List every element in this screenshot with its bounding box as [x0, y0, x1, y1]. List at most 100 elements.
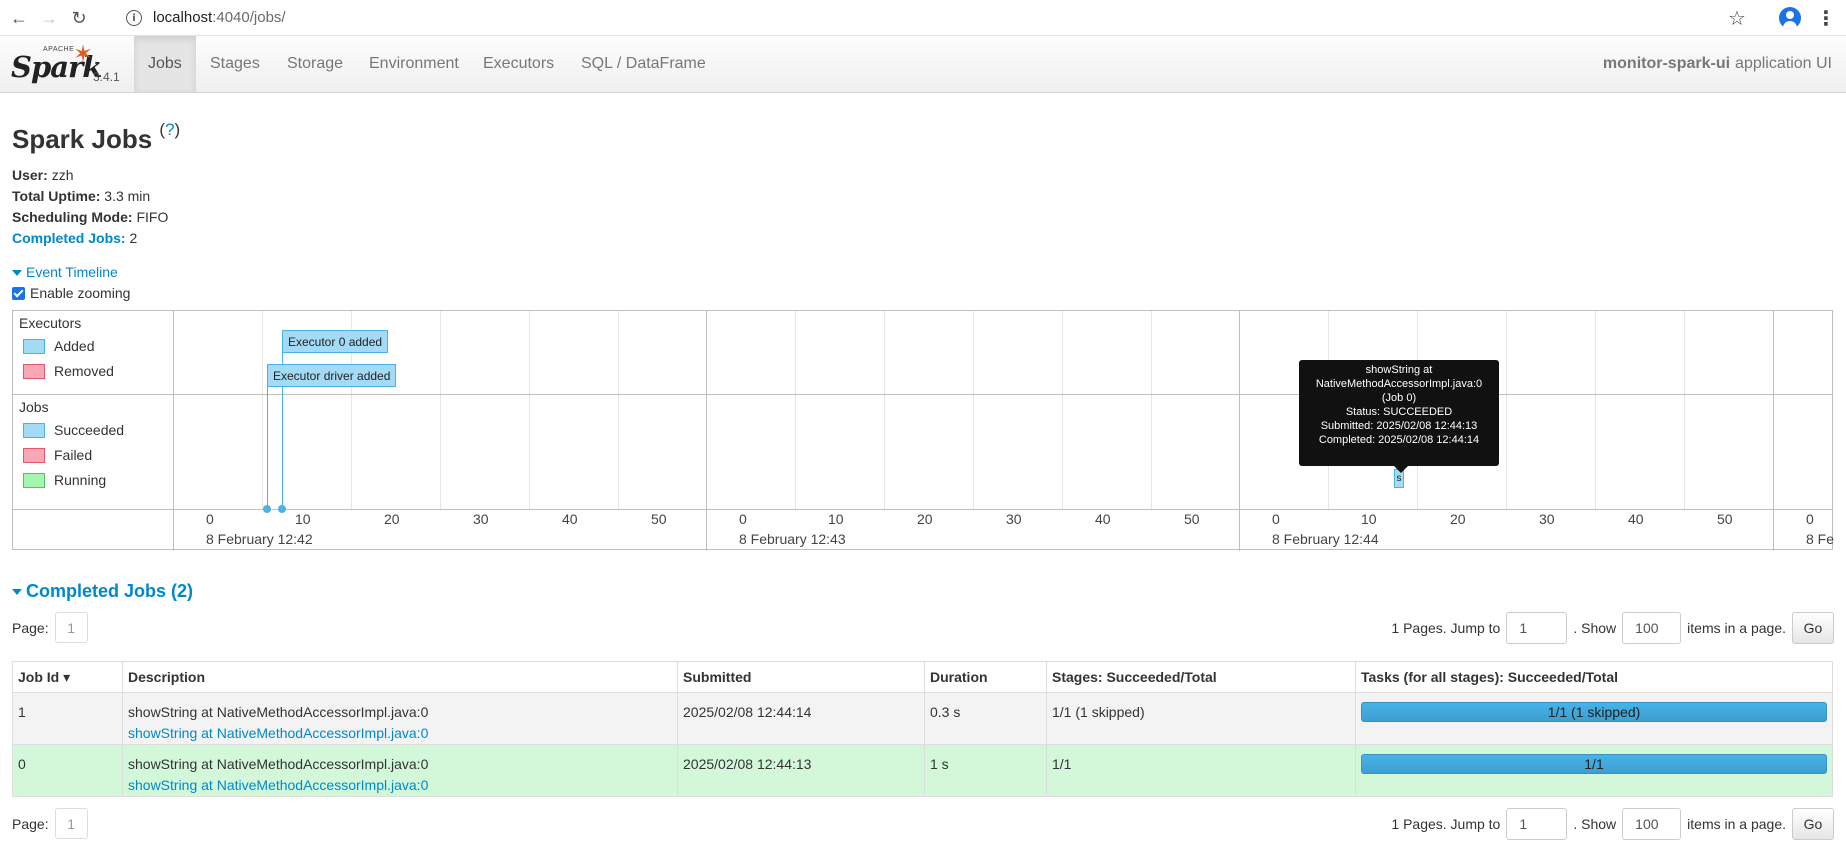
bookmark-star-icon[interactable]: ☆ — [1728, 6, 1746, 31]
tab-storage[interactable]: Storage — [273, 36, 357, 92]
url-host: localhost — [153, 9, 213, 26]
reload-icon[interactable]: ↻ — [67, 6, 91, 30]
pager-bottom-left: Page: 1 — [12, 808, 88, 839]
legend-added-label: Added — [54, 338, 95, 354]
items-text: items in a page. — [1687, 620, 1786, 636]
page-number-button[interactable]: 1 — [54, 808, 88, 839]
grid-line — [529, 311, 530, 509]
enable-zooming-checkbox[interactable] — [12, 286, 25, 300]
column-header-description[interactable]: Description — [122, 661, 678, 693]
description-cell: showString at NativeMethodAccessorImpl.j… — [122, 744, 678, 797]
page-label: Page: — [12, 815, 49, 832]
spark-navbar: APACHE Spark ✶ 3.4.1 Jobs Stages Storage… — [0, 36, 1846, 93]
tooltip-line1: showString at — [1365, 364, 1433, 376]
forward-arrow-icon[interactable]: → — [37, 6, 61, 30]
site-info-icon[interactable]: i — [126, 10, 142, 26]
executor-0-added-event[interactable]: Executor 0 added — [282, 330, 389, 353]
menu-kebab-icon[interactable]: ⋮ — [1816, 6, 1836, 31]
event-timeline-label: Event Timeline — [26, 264, 118, 280]
failed-swatch — [23, 447, 45, 463]
grid-line — [1595, 311, 1596, 509]
completed-jobs-header[interactable]: Completed Jobs (2) — [12, 581, 193, 602]
minute-line — [706, 311, 707, 551]
axis-tick: 40 — [562, 511, 578, 527]
axis-tick: 10 — [295, 511, 311, 527]
axis-tick: 40 — [1095, 511, 1111, 527]
url-path: :4040/jobs/ — [212, 9, 286, 26]
pages-text: 1 Pages. Jump to — [1391, 816, 1501, 832]
tooltip-status: Status: SUCCEEDED — [1345, 406, 1453, 418]
items-text: items in a page. — [1687, 816, 1786, 832]
tasks-progress-label: 1/1 — [1584, 755, 1604, 772]
go-button[interactable]: Go — [1792, 808, 1834, 840]
user-value: zzh — [51, 167, 74, 183]
tasks-progress-label: 1/1 (1 skipped) — [1547, 703, 1641, 720]
job-description-link[interactable]: showString at NativeMethodAccessorImpl.j… — [128, 723, 672, 744]
tab-environment[interactable]: Environment — [355, 36, 473, 92]
completed-jobs-link[interactable]: Completed Jobs: — [12, 230, 126, 246]
axis-tick: 40 — [1628, 511, 1644, 527]
user-label: User: — [12, 167, 48, 183]
executor-0-dot[interactable] — [278, 505, 286, 513]
column-header-submitted[interactable]: Submitted — [677, 661, 925, 693]
jobs-group-label: Jobs — [19, 399, 49, 415]
stages-cell: 1/1 — [1046, 744, 1356, 797]
minute-line — [1239, 311, 1240, 551]
job-description-link[interactable]: showString at NativeMethodAccessorImpl.j… — [128, 775, 672, 796]
tab-sql-dataframe[interactable]: SQL / DataFrame — [567, 36, 720, 92]
completed-jobs-header-text: Completed Jobs (2) — [26, 581, 194, 601]
executor-driver-dot[interactable] — [263, 505, 271, 513]
go-button[interactable]: Go — [1792, 612, 1834, 644]
group-divider — [13, 394, 1832, 395]
uptime-value: 3.3 min — [104, 188, 151, 204]
page-number-button[interactable]: 1 — [54, 612, 88, 643]
axis-tick: 50 — [1717, 511, 1733, 527]
column-header-stages[interactable]: Stages: Succeeded/Total — [1046, 661, 1356, 693]
tab-jobs[interactable]: Jobs — [134, 36, 196, 92]
address-bar[interactable]: localhost:4040/jobs/ — [153, 9, 286, 26]
page-size-input[interactable]: 100 — [1622, 808, 1682, 840]
page-size-input[interactable]: 100 — [1622, 612, 1682, 644]
job-id-cell: 0 — [12, 744, 123, 797]
event-timeline[interactable]: Executors Added Removed Jobs Succeeded F… — [12, 310, 1835, 551]
page-label: Page: — [12, 619, 49, 636]
grid-line — [1151, 311, 1152, 509]
tooltip-completed: Completed: 2025/02/08 12:44:14 — [1318, 434, 1480, 446]
legend-failed-label: Failed — [54, 447, 93, 463]
jump-to-page-input[interactable]: 1 — [1506, 808, 1568, 840]
spark-star-icon: ✶ — [73, 41, 94, 68]
back-arrow-icon[interactable]: ← — [7, 6, 31, 30]
axis-date-label: 8 February 12:43 — [739, 531, 846, 547]
page-title-text: Spark Jobs — [12, 124, 153, 154]
tab-executors[interactable]: Executors — [469, 36, 568, 92]
grid-line — [795, 311, 796, 509]
jump-to-page-input[interactable]: 1 — [1506, 612, 1568, 644]
scheduling-mode-label: Scheduling Mode: — [12, 209, 133, 225]
tasks-cell: 1/1 (1 skipped) — [1355, 692, 1833, 745]
column-header-tasks[interactable]: Tasks (for all stages): Succeeded/Total — [1355, 661, 1833, 693]
grid-line — [884, 311, 885, 509]
tooltip-submitted: Submitted: 2025/02/08 12:44:13 — [1320, 420, 1478, 432]
tab-stages[interactable]: Stages — [196, 36, 274, 92]
executor-driver-added-event[interactable]: Executor driver added — [267, 364, 397, 387]
axis-tick: 0 — [206, 511, 214, 527]
axis-tick: 30 — [1006, 511, 1022, 527]
app-title: monitor-spark-ui application UI — [1603, 36, 1832, 92]
axis-date-label: 8 Fe — [1806, 531, 1835, 547]
help-link[interactable]: ? — [165, 120, 174, 139]
spark-logo[interactable]: APACHE Spark ✶ 3.4.1 — [11, 41, 121, 89]
submitted-cell: 2025/02/08 12:44:13 — [677, 744, 925, 797]
axis-tick: 20 — [1450, 511, 1466, 527]
event-timeline-toggle[interactable]: Event Timeline — [12, 264, 118, 280]
legend-succeeded: Succeeded — [23, 422, 124, 438]
minute-line — [1773, 311, 1774, 551]
tooltip-line3: (Job 0) — [1381, 392, 1417, 404]
job-description: showString at NativeMethodAccessorImpl.j… — [128, 704, 429, 720]
show-text: . Show — [1573, 620, 1617, 636]
job-description: showString at NativeMethodAccessorImpl.j… — [128, 756, 429, 772]
legend-removed: Removed — [23, 363, 114, 379]
column-header-duration[interactable]: Duration — [924, 661, 1047, 693]
column-header-job-id[interactable]: Job Id ▾ — [12, 661, 123, 693]
scheduling-mode-value: FIFO — [136, 209, 169, 225]
profile-icon[interactable] — [1779, 7, 1801, 29]
